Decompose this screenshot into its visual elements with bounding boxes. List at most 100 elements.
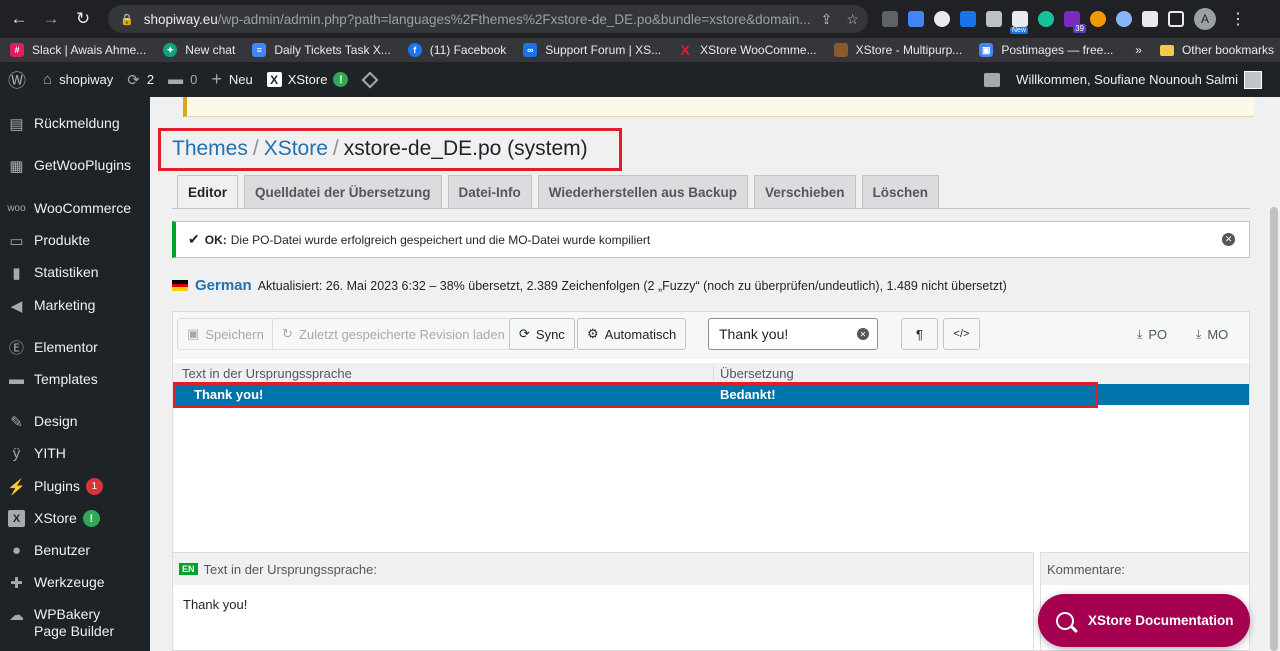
save-button[interactable]: ▣ Speichern bbox=[177, 318, 274, 350]
camera-ext-icon[interactable] bbox=[986, 11, 1002, 27]
bookmark-item[interactable]: X XStore WooComme... bbox=[678, 42, 816, 58]
bookmark-item[interactable]: ✦ New chat bbox=[163, 43, 235, 57]
tab-delete[interactable]: Löschen bbox=[861, 175, 940, 208]
tab-file-info[interactable]: Datei-Info bbox=[447, 175, 532, 208]
star-icon[interactable]: ☆ bbox=[846, 11, 859, 28]
profile-avatar[interactable]: A bbox=[1194, 8, 1216, 30]
notice-message: Die PO-Datei wurde erfolgreich gespeiche… bbox=[230, 232, 651, 247]
xstore-icon: X bbox=[266, 72, 282, 87]
diamond-icon[interactable] bbox=[361, 71, 379, 88]
greeting[interactable]: Willkommen, Soufiane Nounouh Salmi bbox=[1016, 72, 1238, 87]
auto-translate-button[interactable]: ⚙ Automatisch bbox=[577, 318, 687, 350]
sidebar-item-xstore[interactable]: X XStore! bbox=[0, 510, 150, 527]
moon-ext-icon[interactable] bbox=[1090, 11, 1106, 27]
column-translation[interactable]: Übersetzung bbox=[713, 366, 794, 381]
download-mo-button[interactable]: ⤓ MO bbox=[1196, 327, 1228, 342]
kebab-menu-icon[interactable]: ⋮ bbox=[1230, 9, 1246, 29]
envato-icon bbox=[833, 43, 848, 57]
robot-icon: ⚙ bbox=[587, 326, 599, 341]
plus-icon: + bbox=[211, 69, 222, 89]
tab-bar: Editor Quelldatei der Übersetzung Datei-… bbox=[177, 175, 945, 209]
bookmark-item[interactable]: ≡ Daily Tickets Task X... bbox=[252, 43, 391, 57]
new-content-link[interactable]: + Neu bbox=[211, 69, 252, 90]
warning-notice bbox=[183, 97, 1254, 117]
bookmark-item[interactable]: ▣ Postimages — free... bbox=[979, 43, 1113, 57]
spiral-ext-icon[interactable] bbox=[1116, 11, 1132, 27]
share-icon[interactable]: ⇪ bbox=[821, 11, 833, 28]
close-icon[interactable]: ✕ bbox=[1222, 233, 1235, 246]
docs-ext-icon[interactable] bbox=[908, 11, 924, 27]
back-icon[interactable]: ← bbox=[6, 6, 32, 32]
code-view-toggle[interactable]: </> bbox=[943, 318, 980, 350]
bookmarks-overflow[interactable]: » bbox=[1135, 43, 1142, 57]
language-link[interactable]: German bbox=[195, 277, 252, 294]
puzzle-icon[interactable] bbox=[1142, 11, 1158, 27]
page-scrollbar[interactable] bbox=[1268, 97, 1280, 651]
download-po-button[interactable]: ⤓ PO bbox=[1137, 327, 1167, 342]
grid-icon: ▦ bbox=[9, 157, 24, 175]
tab-editor[interactable]: Editor bbox=[177, 175, 238, 209]
column-source[interactable]: Text in der Ursprungssprache bbox=[182, 366, 352, 381]
xstore-adminbar-link[interactable]: X XStore! bbox=[266, 72, 349, 87]
sidebar-item-marketing[interactable]: ◀ Marketing bbox=[0, 297, 150, 315]
chat-icon[interactable] bbox=[984, 72, 1001, 87]
save-icon: ▣ bbox=[187, 326, 200, 341]
translate-ext-icon[interactable] bbox=[960, 11, 976, 27]
bookmark-item[interactable]: XStore - Multipurp... bbox=[833, 43, 962, 57]
sidebar-item-yith[interactable]: ÿ YITH bbox=[0, 445, 150, 462]
sidebar-item-templates[interactable]: ▬ Templates bbox=[0, 371, 150, 388]
wp-logo[interactable]: Ⓦ bbox=[8, 67, 33, 93]
counter-ext-icon[interactable]: 39 bbox=[1064, 11, 1086, 33]
wp-admin-bar: Ⓦ ⌂ shopiway ⟳ 2 ▬ 0 + Neu X XStore! Willkomm… bbox=[0, 62, 1280, 97]
xstore-documentation-button[interactable]: XStore Documentation bbox=[1038, 594, 1250, 647]
tab-restore-backup[interactable]: Wiederherstellen aus Backup bbox=[537, 175, 748, 208]
sidebar-item-benutzer[interactable]: ● Benutzer bbox=[0, 542, 150, 559]
sidebar-item-elementor[interactable]: Ⓔ Elementor bbox=[0, 339, 150, 357]
clear-search-icon[interactable]: ✕ bbox=[857, 328, 869, 340]
recycle-ext-icon[interactable] bbox=[882, 11, 898, 27]
globe-ext-icon[interactable] bbox=[934, 11, 950, 27]
elementor-icon: Ⓔ bbox=[8, 340, 24, 357]
plugins-count-badge: 1 bbox=[85, 478, 103, 495]
tab-move[interactable]: Verschieben bbox=[754, 175, 856, 208]
tabs-divider bbox=[172, 208, 1250, 209]
grammarly-icon[interactable] bbox=[1038, 11, 1054, 27]
yith-icon: ÿ bbox=[12, 445, 21, 462]
refresh-icon: ↻ bbox=[282, 326, 293, 341]
source-text[interactable]: Thank you! bbox=[173, 585, 1033, 624]
breadcrumb-themes[interactable]: Themes bbox=[172, 137, 248, 160]
bookmark-item[interactable]: f (11) Facebook bbox=[407, 43, 506, 57]
user-avatar[interactable] bbox=[1244, 70, 1262, 89]
sidebar-item-design[interactable]: ✎ Design bbox=[0, 413, 150, 431]
site-name-link[interactable]: ⌂ shopiway bbox=[43, 71, 113, 88]
scroll-thumb[interactable] bbox=[1270, 207, 1278, 651]
sidebar-item-produkte[interactable]: ▭ Produkte bbox=[0, 232, 150, 250]
bookmark-item[interactable]: ∞ Support Forum | XS... bbox=[523, 43, 661, 57]
tab-source-file[interactable]: Quelldatei der Übersetzung bbox=[244, 175, 442, 208]
sidebar-item-rueckmeldung[interactable]: ▤ Rückmeldung bbox=[0, 115, 150, 133]
folder-icon: ▬ bbox=[9, 371, 24, 388]
forum-icon: ∞ bbox=[523, 43, 538, 57]
reload-icon[interactable]: ↻ bbox=[70, 6, 96, 32]
sidepanel-icon[interactable] bbox=[1168, 11, 1184, 27]
invisibles-toggle[interactable]: ¶ bbox=[901, 318, 938, 350]
address-bar[interactable]: 🔒 shopiway.eu/wp-admin/admin.php?path=la… bbox=[108, 5, 868, 33]
search-input[interactable] bbox=[719, 326, 849, 342]
comments-link[interactable]: ▬ 0 bbox=[168, 71, 197, 88]
sidebar-item-woocommerce[interactable]: woo WooCommerce bbox=[0, 200, 150, 217]
sidebar-item-getwooplugins[interactable]: ▦ GetWooPlugins bbox=[0, 157, 150, 175]
sidebar-item-plugins[interactable]: ⚡ Plugins 1 bbox=[0, 478, 150, 496]
slack-icon: # bbox=[10, 43, 24, 57]
breadcrumb-xstore[interactable]: XStore bbox=[264, 137, 328, 160]
sidebar-item-statistiken[interactable]: ▮ Statistiken bbox=[0, 264, 150, 282]
new-ext-icon[interactable]: New bbox=[1010, 11, 1029, 34]
updates-link[interactable]: ⟳ 2 bbox=[127, 71, 154, 89]
sync-button[interactable]: ⟳ Sync bbox=[509, 318, 575, 350]
sidebar-item-werkzeuge[interactable]: ✚ Werkzeuge bbox=[0, 574, 150, 592]
revert-button[interactable]: ↻ Zuletzt gespeicherte Revision laden bbox=[272, 318, 515, 350]
forward-icon[interactable]: → bbox=[38, 6, 64, 32]
bookmark-item[interactable]: # Slack | Awais Ahme... bbox=[10, 43, 146, 57]
other-bookmarks[interactable]: Other bookmarks bbox=[1182, 43, 1274, 57]
bookmarks-bar: # Slack | Awais Ahme... ✦ New chat ≡ Daily … bbox=[0, 38, 1280, 62]
sidebar-item-wpbakery[interactable]: ☁ WPBakery Page Builder bbox=[0, 606, 150, 640]
